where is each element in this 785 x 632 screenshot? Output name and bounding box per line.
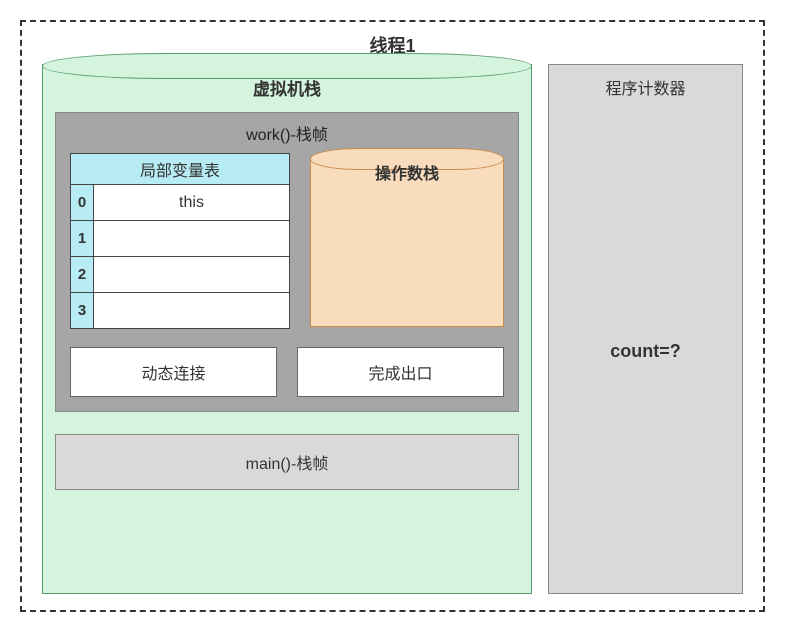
- lvt-row: 2: [70, 257, 290, 293]
- lvt-cell: [94, 293, 290, 329]
- lvt-row: 3: [70, 293, 290, 329]
- work-frame-title: work()-栈帧: [70, 121, 504, 145]
- vm-stack-title: 虚拟机栈: [55, 75, 519, 100]
- lvt-row: 0 this: [70, 185, 290, 221]
- work-stack-frame: work()-栈帧 局部变量表 0 this 1 2: [55, 112, 519, 412]
- operand-stack: 操作数栈: [310, 157, 504, 327]
- lvt-title: 局部变量表: [70, 153, 290, 185]
- lvt-cell: [94, 257, 290, 293]
- return-exit-box: 完成出口: [297, 347, 504, 397]
- lvt-cell: [94, 221, 290, 257]
- lvt-index: 3: [70, 293, 94, 329]
- thread-container: 线程1 虚拟机栈 work()-栈帧 局部变量表 0 this 1: [20, 20, 765, 612]
- dynamic-link-box: 动态连接: [70, 347, 277, 397]
- lvt-index: 0: [70, 185, 94, 221]
- lvt-row: 1: [70, 221, 290, 257]
- lvt-cell: this: [94, 185, 290, 221]
- main-stack-frame: main()-栈帧: [55, 434, 519, 490]
- program-counter-title: 程序计数器: [549, 65, 742, 109]
- frame-bottom-row: 动态连接 完成出口: [70, 347, 504, 397]
- lvt-index: 1: [70, 221, 94, 257]
- local-variable-table: 局部变量表 0 this 1 2: [70, 153, 290, 329]
- frame-top-row: 局部变量表 0 this 1 2: [70, 153, 504, 329]
- lvt-index: 2: [70, 257, 94, 293]
- program-counter: 程序计数器 count=?: [548, 64, 743, 594]
- columns: 虚拟机栈 work()-栈帧 局部变量表 0 this 1: [42, 64, 743, 594]
- operand-stack-title: 操作数栈: [311, 160, 503, 184]
- program-counter-value: count=?: [549, 109, 742, 593]
- vm-stack: 虚拟机栈 work()-栈帧 局部变量表 0 this 1: [42, 64, 532, 594]
